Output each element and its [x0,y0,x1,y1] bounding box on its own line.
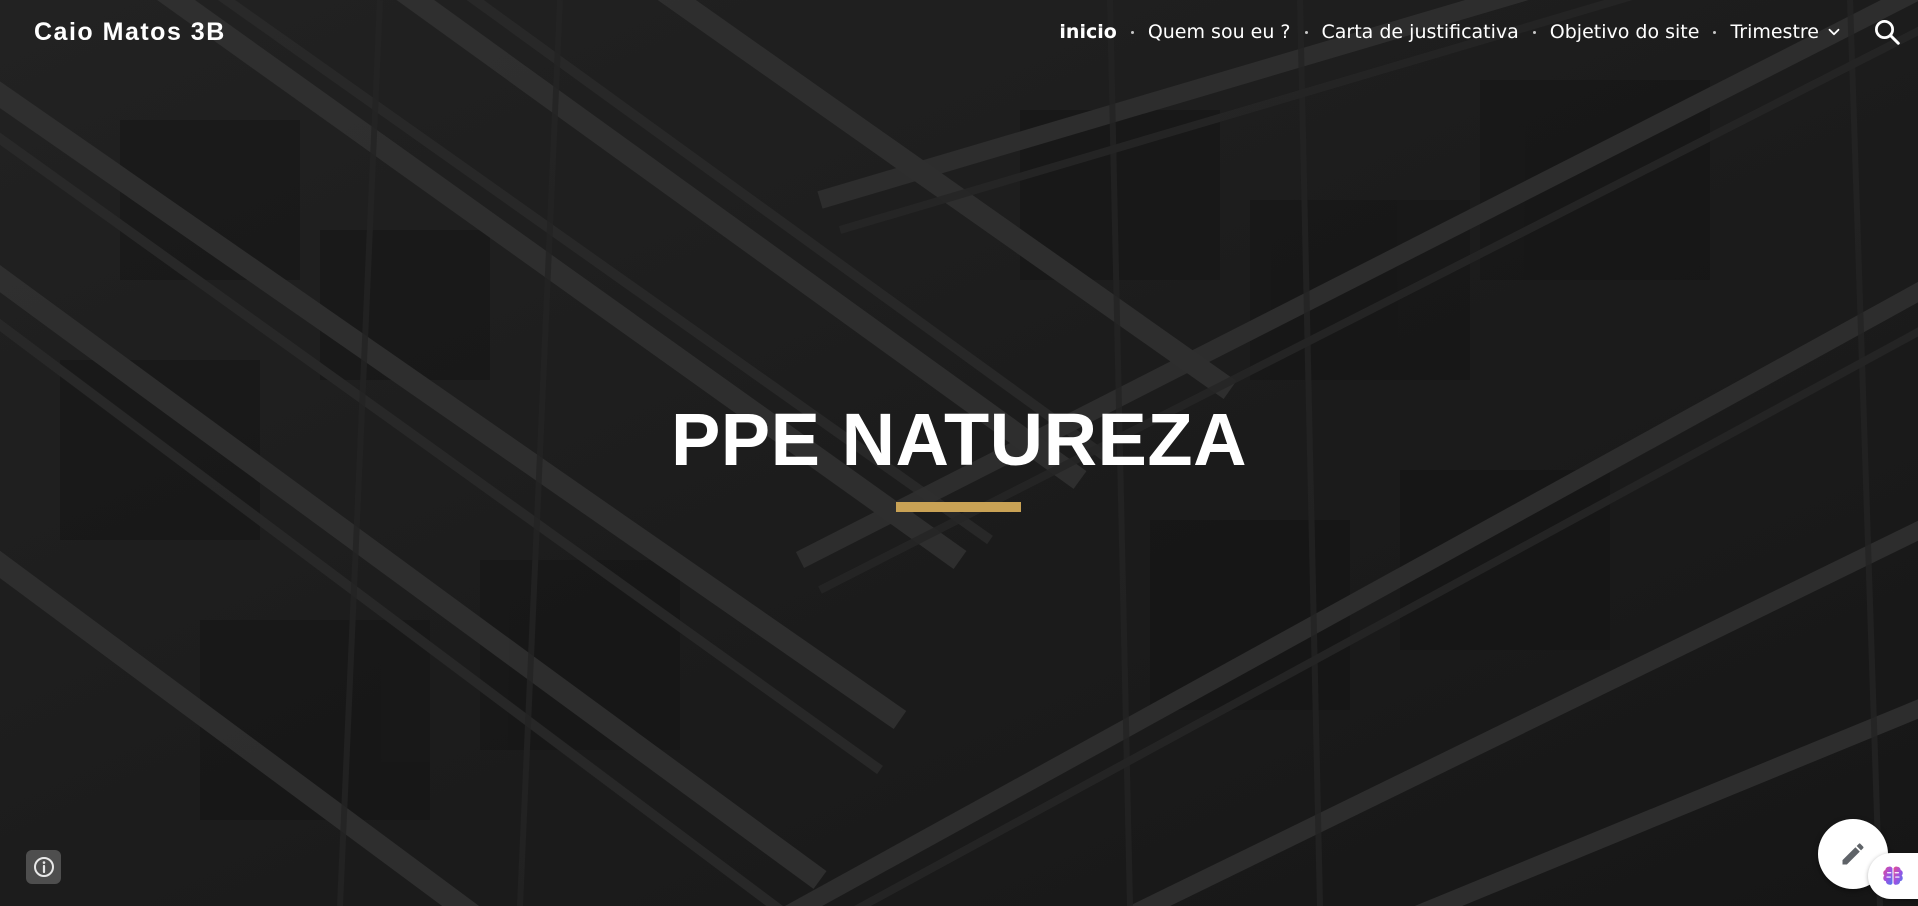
site-info-button[interactable] [26,850,61,884]
nav-item-quem-sou-eu[interactable]: Quem sou eu ? [1148,14,1291,50]
nav-separator [1713,30,1717,34]
hero-title: PPE NATUREZA [670,398,1248,481]
site-title[interactable]: Caio Matos 3B [34,14,226,50]
nav-item-inicio[interactable]: inicio [1059,14,1116,50]
nav-separator [1130,30,1134,34]
top-navigation: inicio Quem sou eu ? Carta de justificat… [1059,14,1843,50]
page: Caio Matos 3B inicio Quem sou eu ? Carta… [0,0,1918,906]
info-icon [33,857,54,877]
pencil-icon [1842,843,1864,865]
nav-item-trimestre-label: Trimestre [1730,21,1819,43]
nav-item-objetivo-do-site[interactable]: Objetivo do site [1550,14,1700,50]
nav-item-trimestre[interactable]: Trimestre [1730,14,1843,50]
nav-item-carta-de-justificativa[interactable]: Carta de justificativa [1322,14,1519,50]
hero-accent-divider [896,502,1021,512]
chevron-down-icon[interactable] [1825,23,1843,41]
nav-separator [1532,30,1536,34]
brain-icon [1883,866,1903,885]
extension-badge[interactable] [1868,853,1918,899]
search-icon[interactable] [1872,17,1902,47]
nav-separator [1304,30,1308,34]
